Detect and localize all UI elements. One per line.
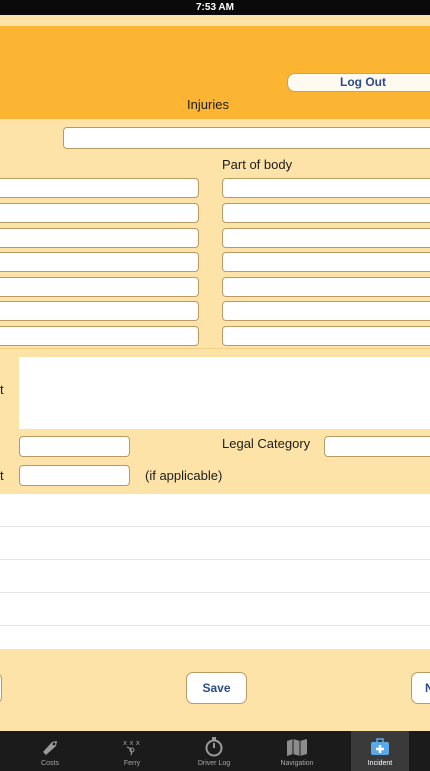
price-tag-icon <box>7 737 93 757</box>
part-of-body-field-2[interactable] <box>222 203 430 223</box>
tab-ferry[interactable]: x x x Ferry <box>89 731 175 771</box>
part-of-body-label: Part of body <box>222 157 293 172</box>
description-textarea[interactable] <box>19 357 430 429</box>
tab-label: Costs <box>41 760 59 767</box>
first-aid-kit-icon <box>351 737 409 757</box>
previous-button[interactable] <box>0 672 2 704</box>
list-row-divider <box>0 625 430 626</box>
if-applicable-label: (if applicable) <box>145 468 223 483</box>
list-row-divider <box>0 592 430 593</box>
tab-driver-log[interactable]: Driver Log <box>171 731 257 771</box>
divider <box>0 348 430 349</box>
tab-bar: Costs x x x Ferry Driver Log Navigation … <box>0 731 430 771</box>
legal-category-label: Legal Category <box>222 436 311 451</box>
tab-label: Ferry <box>123 760 141 767</box>
tab-incident[interactable]: Incident <box>351 731 409 771</box>
tab-label: Navigation <box>280 760 314 767</box>
part-of-body-field-5[interactable] <box>222 277 430 297</box>
tab-label: Incident <box>367 760 393 767</box>
list-row-divider <box>0 526 430 527</box>
part-of-body-field-1[interactable] <box>222 178 430 198</box>
injury-field-top[interactable] <box>63 127 430 149</box>
injury-detail-field[interactable] <box>19 436 130 457</box>
injury-field-left-1[interactable] <box>0 178 199 198</box>
stopwatch-icon <box>171 737 257 757</box>
tab-navigation[interactable]: Navigation <box>254 731 340 771</box>
logout-button[interactable]: Log Out <box>287 73 430 92</box>
extra-label: t <box>0 468 4 483</box>
play-diagram-icon: x x x <box>89 737 175 757</box>
injury-field-left-2[interactable] <box>0 203 199 223</box>
map-icon <box>254 737 340 757</box>
injury-field-left-3[interactable] <box>0 228 199 248</box>
tab-label: Driver Log <box>197 760 231 767</box>
injury-field-left-7[interactable] <box>0 326 199 346</box>
injury-field-left-4[interactable] <box>0 252 199 272</box>
if-applicable-field[interactable] <box>19 465 130 486</box>
injury-field-left-5[interactable] <box>0 277 199 297</box>
part-of-body-field-4[interactable] <box>222 252 430 272</box>
save-button[interactable]: Save <box>186 672 247 704</box>
injury-field-left-6[interactable] <box>0 301 199 321</box>
svg-text:x x x: x x x <box>123 739 140 747</box>
part-of-body-field-6[interactable] <box>222 301 430 321</box>
status-bar: 7:53 AM <box>0 0 430 15</box>
part-of-body-field-3[interactable] <box>222 228 430 248</box>
next-button[interactable]: N <box>411 672 430 704</box>
tab-costs[interactable]: Costs <box>7 731 93 771</box>
legal-category-field[interactable] <box>324 436 430 457</box>
part-of-body-field-7[interactable] <box>222 326 430 346</box>
status-time: 7:53 AM <box>196 2 234 13</box>
list-row-divider <box>0 559 430 560</box>
description-label: t <box>0 382 4 397</box>
section-title: Injuries <box>187 97 229 112</box>
